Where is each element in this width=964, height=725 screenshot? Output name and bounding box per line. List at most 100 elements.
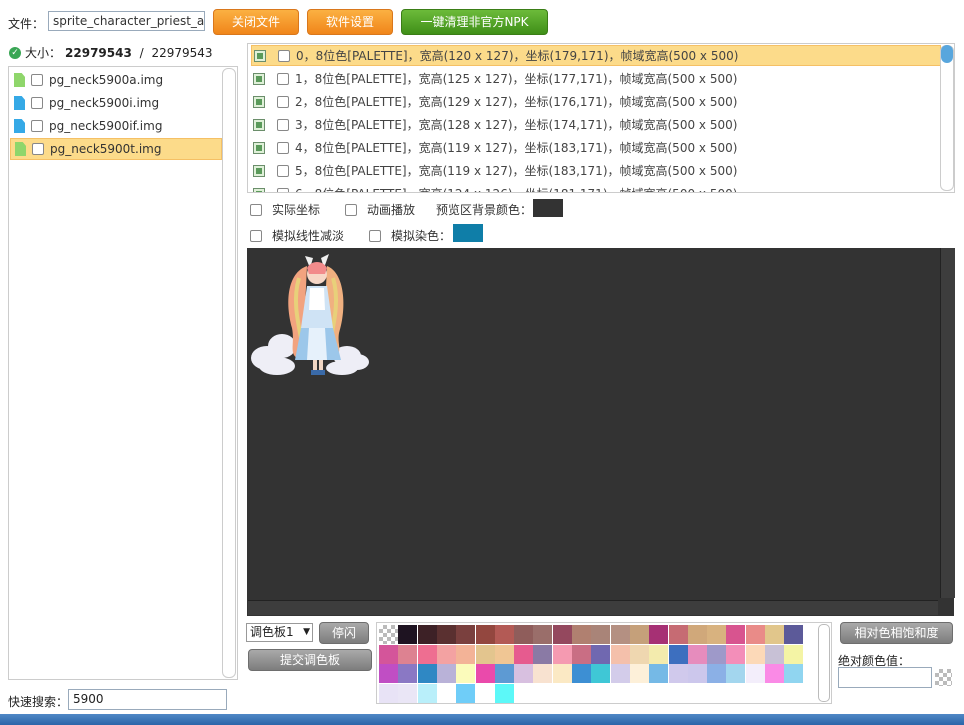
close-file-button[interactable]: 关闭文件 — [213, 9, 299, 35]
palette-color-cell[interactable] — [649, 664, 669, 683]
palette-color-cell[interactable] — [629, 664, 649, 683]
palette-color-cell[interactable] — [514, 625, 534, 644]
palette-color-cell[interactable] — [707, 664, 727, 683]
palette-color-cell[interactable] — [765, 664, 784, 683]
palette-color-cell[interactable] — [687, 664, 707, 683]
palette-color-cell[interactable] — [784, 644, 804, 664]
palette-color-cell[interactable] — [456, 683, 476, 703]
palette-color-cell[interactable] — [436, 625, 456, 644]
dye-option[interactable]: 模拟染色： — [369, 227, 451, 244]
palette-color-cell[interactable] — [707, 644, 727, 664]
palette-color-cell[interactable] — [668, 664, 688, 683]
file-list-scrollbar[interactable] — [222, 68, 236, 678]
palette-color-cell[interactable] — [494, 664, 514, 683]
animate-checkbox[interactable] — [345, 203, 357, 216]
palette-color-cell[interactable] — [379, 625, 398, 644]
palette-color-cell[interactable] — [417, 644, 437, 664]
frame-checkbox[interactable] — [277, 141, 289, 154]
palette-color-cell[interactable] — [707, 625, 727, 644]
palette-color-cell[interactable] — [398, 625, 418, 644]
frame-row[interactable]: 6，8位色[PALETTE]，宽高(124 x 126)，坐标(181,171)… — [251, 183, 941, 192]
palette-color-cell[interactable] — [784, 664, 804, 683]
palette-color-cell[interactable] — [533, 625, 553, 644]
palette-color-cell[interactable] — [552, 664, 572, 683]
palette-color-cell[interactable] — [533, 644, 553, 664]
actual-coords-checkbox[interactable] — [250, 203, 262, 216]
palette-color-cell[interactable] — [417, 625, 437, 644]
palette-color-cell[interactable] — [572, 625, 591, 644]
stop-flash-button[interactable]: 停闪 — [319, 622, 369, 644]
frame-checkbox[interactable] — [277, 164, 289, 177]
palette-color-cell[interactable] — [629, 625, 649, 644]
frame-list-scrollbar[interactable] — [940, 45, 954, 191]
palette-color-cell[interactable] — [398, 644, 418, 664]
dye-checkbox[interactable] — [369, 229, 381, 242]
palette-color-cell[interactable] — [552, 625, 572, 644]
palette-color-cell[interactable] — [649, 644, 669, 664]
file-checkbox[interactable] — [31, 74, 43, 86]
palette-color-cell[interactable] — [726, 664, 746, 683]
preview-vertical-scrollbar[interactable] — [940, 248, 955, 598]
palette-color-cell[interactable] — [765, 644, 784, 664]
palette-color-cell[interactable] — [610, 664, 630, 683]
palette-color-cell[interactable] — [398, 664, 418, 683]
frame-checkbox[interactable] — [277, 95, 289, 108]
file-list-item[interactable]: pg_neck5900i.img — [10, 92, 222, 114]
palette-color-cell[interactable] — [475, 664, 495, 683]
palette-color-cell[interactable] — [726, 625, 746, 644]
frame-checkbox[interactable] — [277, 118, 289, 131]
palette-color-cell[interactable] — [591, 625, 611, 644]
palette-color-cell[interactable] — [475, 625, 495, 644]
palette-color-cell[interactable] — [475, 644, 495, 664]
palette-color-cell[interactable] — [610, 625, 630, 644]
palette-color-cell[interactable] — [456, 625, 476, 644]
settings-button[interactable]: 软件设置 — [307, 9, 393, 35]
preview-horizontal-scrollbar[interactable] — [248, 600, 938, 615]
file-checkbox[interactable] — [31, 120, 43, 132]
bg-color-swatch[interactable] — [533, 199, 563, 217]
palette-color-cell[interactable] — [398, 683, 418, 703]
palette-color-cell[interactable] — [784, 625, 804, 644]
frame-row[interactable]: 1，8位色[PALETTE]，宽高(125 x 127)，坐标(177,171)… — [251, 68, 941, 89]
palette-color-cell[interactable] — [572, 644, 591, 664]
palette-color-cell[interactable] — [514, 664, 534, 683]
palette-color-cell[interactable] — [687, 625, 707, 644]
relative-hsl-button[interactable]: 相对色相饱和度 — [840, 622, 953, 644]
clean-npk-button[interactable]: 一键清理非官方NPK — [401, 9, 548, 35]
preview-canvas[interactable] — [247, 248, 955, 616]
frame-row[interactable]: 0，8位色[PALETTE]，宽高(120 x 127)，坐标(179,171)… — [251, 45, 941, 66]
palette-color-cell[interactable] — [629, 644, 649, 664]
palette-color-cell[interactable] — [552, 644, 572, 664]
palette-color-cell[interactable] — [591, 664, 611, 683]
file-checkbox[interactable] — [32, 143, 44, 155]
dye-color-swatch[interactable] — [453, 224, 483, 242]
palette-color-cell[interactable] — [668, 644, 688, 664]
palette-color-cell[interactable] — [417, 683, 437, 703]
palette-color-cell[interactable] — [436, 683, 456, 703]
palette-color-cell[interactable] — [514, 644, 534, 664]
palette-color-cell[interactable] — [687, 644, 707, 664]
palette-color-cell[interactable] — [765, 625, 784, 644]
palette-color-cell[interactable] — [456, 644, 476, 664]
palette-color-cell[interactable] — [533, 664, 553, 683]
palette-color-cell[interactable] — [572, 664, 591, 683]
frame-row[interactable]: 4，8位色[PALETTE]，宽高(119 x 127)，坐标(183,171)… — [251, 137, 941, 158]
palette-color-cell[interactable] — [494, 644, 514, 664]
frame-row[interactable]: 3，8位色[PALETTE]，宽高(128 x 127)，坐标(174,171)… — [251, 114, 941, 135]
palette-color-cell[interactable] — [417, 664, 437, 683]
file-list-item[interactable]: pg_neck5900if.img — [10, 115, 222, 137]
palette-color-cell[interactable] — [591, 644, 611, 664]
animate-option[interactable]: 动画播放 — [345, 201, 415, 218]
palette-color-cell[interactable] — [745, 664, 765, 683]
palette-color-cell[interactable] — [379, 644, 398, 664]
palette-color-cell[interactable] — [436, 664, 456, 683]
frame-checkbox[interactable] — [277, 187, 289, 192]
frame-checkbox[interactable] — [277, 72, 289, 85]
palette-color-cell[interactable] — [379, 683, 398, 703]
palette-scrollbar[interactable] — [818, 624, 830, 702]
palette-color-cell[interactable] — [610, 644, 630, 664]
palette-color-cell[interactable] — [456, 664, 476, 683]
palette-grid[interactable] — [376, 622, 832, 704]
frame-row[interactable]: 2，8位色[PALETTE]，宽高(129 x 127)，坐标(176,171)… — [251, 91, 941, 112]
palette-color-cell[interactable] — [494, 625, 514, 644]
